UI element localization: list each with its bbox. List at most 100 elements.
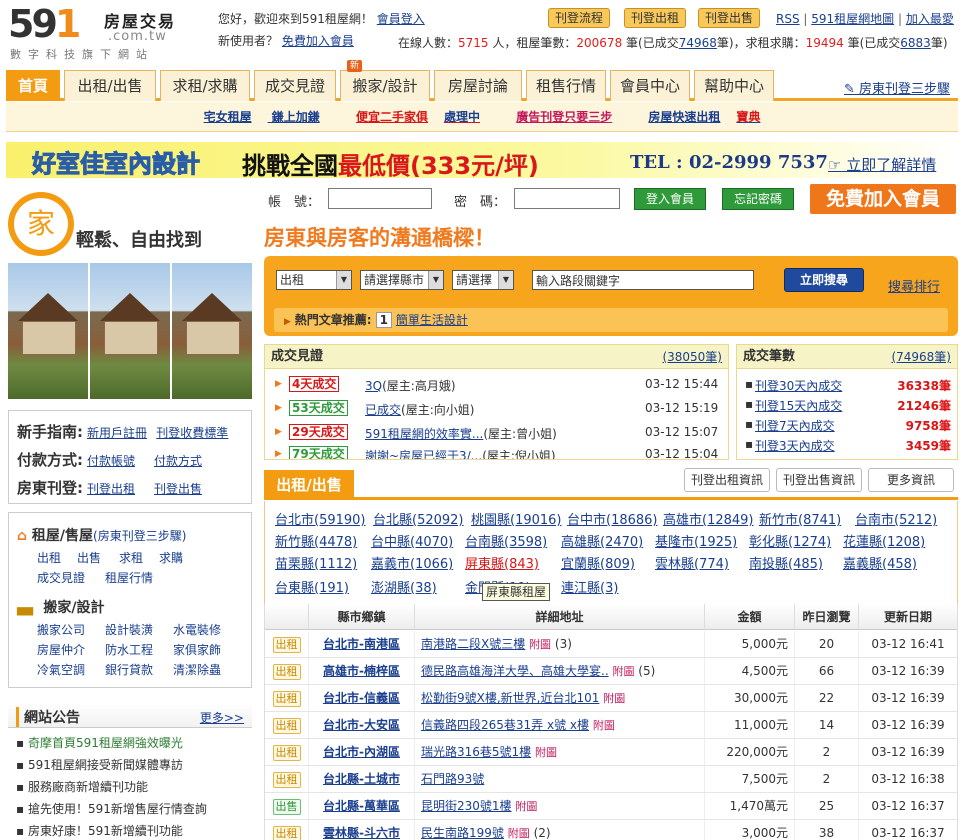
location-link[interactable]: 台北市-內湖區	[309, 739, 415, 765]
banner-detail-link[interactable]: ☞ 立即了解詳情	[828, 154, 936, 175]
cat-link[interactable]: 冷氣空調	[37, 661, 85, 678]
tab-member[interactable]: 會員中心	[610, 70, 690, 101]
deal-row[interactable]: ▶ 29天成交 591租屋網的效率實...(屋主:曾小姐) 03-12 15:07	[273, 423, 723, 443]
member-login-link[interactable]: 會員登入	[377, 12, 425, 26]
password-input[interactable]	[514, 188, 620, 209]
region-link[interactable]: 高雄縣(2470)	[561, 531, 643, 550]
register-link[interactable]: 新用戶註冊	[87, 426, 147, 440]
region-link[interactable]: 花蓮縣(1208)	[843, 531, 925, 550]
announce-item[interactable]: 房東好康！591新增續刊功能	[16, 822, 183, 839]
post-rent-info-button[interactable]: 刊登出租資訊	[684, 468, 770, 492]
sitemap-link[interactable]: 591租屋網地圖	[811, 12, 894, 26]
cat-link[interactable]: 成交見證	[37, 569, 85, 586]
listing-tab[interactable]: 出租/出售	[264, 470, 354, 500]
table-row[interactable]: 出租 高雄市-楠梓區 德民路高雄海洋大學、高雄大學宴.. 附圖 (5) 4,500元 6…	[265, 658, 957, 685]
cat-link[interactable]: 清潔除蟲	[173, 661, 221, 678]
region-link[interactable]: 新竹市(8741)	[759, 509, 841, 528]
region-link[interactable]: 澎湖縣(38)	[371, 577, 437, 596]
keyword-input[interactable]: 輸入路段關鍵字	[532, 270, 754, 290]
post-sale-button[interactable]: 刊登出售	[698, 8, 761, 28]
free-join-button[interactable]: 免費加入會員	[810, 184, 956, 214]
region-link[interactable]: 彰化縣(1274)	[749, 531, 831, 550]
pay-account-link[interactable]: 付款帳號	[87, 454, 135, 468]
favorite-link[interactable]: 加入最愛	[906, 12, 954, 26]
region-link[interactable]: 高雄市(12849)	[663, 509, 754, 528]
login-button[interactable]: 登入會員	[634, 188, 706, 210]
address-link[interactable]: 民生南路199號	[421, 826, 504, 840]
region-link[interactable]: 台南縣(3598)	[465, 531, 547, 550]
region-link[interactable]: 台中市(18686)	[567, 509, 658, 528]
region-link[interactable]: 台中縣(4070)	[371, 531, 453, 550]
post-process-button[interactable]: 刊登流程	[548, 8, 611, 28]
pay-method-link[interactable]: 付款方式	[154, 454, 202, 468]
subnav-link-3[interactable]: 廣告刊登只要三步	[508, 110, 620, 124]
address-link[interactable]: 信義路四段265巷31弄 x號 x樓	[421, 718, 589, 732]
type-select[interactable]: 出租	[276, 270, 352, 290]
deals-count-link[interactable]: (38050筆)	[662, 345, 722, 369]
announce-item[interactable]: 服務廠商新增續刊功能	[16, 778, 148, 795]
site-logo[interactable]: 591 房屋交易 .com.tw 數字科技旗下網站	[8, 4, 208, 64]
tab-market[interactable]: 租售行情	[526, 70, 606, 101]
city-select[interactable]: 請選擇縣市	[360, 270, 444, 290]
location-link[interactable]: 台北市-大安區	[309, 712, 415, 738]
location-link[interactable]: 台北市-信義區	[309, 685, 415, 711]
forgot-password-button[interactable]: 忘記密碼	[722, 188, 794, 210]
location-link[interactable]: 高雄市-楠梓區	[309, 658, 415, 684]
announce-item[interactable]: 591租屋網接受新聞媒體專訪	[16, 756, 183, 773]
announce-item[interactable]: 搶先使用！591新增售屋行情查詢	[16, 800, 207, 817]
tab-discuss[interactable]: 房屋討論	[434, 70, 522, 101]
cat-link[interactable]: 水電裝修	[173, 621, 221, 638]
table-row[interactable]: 出租 台北市-內湖區 瑞光路316巷5號1樓 附圖 220,000元 2 03-12 1…	[265, 739, 957, 766]
deal-counts-link[interactable]: (74968筆)	[891, 345, 951, 369]
subnav-link-2[interactable]: 便宜二手家俱 處理中	[348, 110, 488, 124]
more-info-button[interactable]: 更多資訊	[868, 468, 954, 492]
search-button[interactable]: 立即搜尋	[784, 268, 864, 292]
cat-link[interactable]: 出租	[37, 549, 61, 566]
region-link[interactable]: 苗栗縣(1112)	[275, 553, 357, 572]
tab-deals[interactable]: 成交見證	[254, 70, 336, 101]
table-row[interactable]: 出租 雲林縣-斗六市 民生南路199號 附圖 (2) 3,000元 38 03-12 16…	[265, 820, 957, 840]
tab-want[interactable]: 求租/求購	[160, 70, 250, 101]
location-link[interactable]: 台北縣-土城市	[309, 766, 415, 792]
cat-link[interactable]: 房屋仲介	[37, 641, 85, 658]
table-row[interactable]: 出租 台北市-信義區 松勤街9號X樓,新世界,近台北101 附圖 30,000元 22…	[265, 685, 957, 712]
region-link[interactable]: 新竹縣(4478)	[275, 531, 357, 550]
region-link[interactable]: 基隆市(1925)	[655, 531, 737, 550]
address-link[interactable]: 德民路高雄海洋大學、高雄大學宴..	[421, 664, 609, 678]
subnav-link-4[interactable]: 房屋快速出租 寶典	[640, 110, 768, 124]
region-link[interactable]: 台北市(59190)	[275, 509, 366, 528]
cat-link[interactable]: 設計裝潢	[105, 621, 153, 638]
post-rent-link[interactable]: 刊登出租	[87, 482, 135, 496]
account-input[interactable]	[328, 188, 432, 209]
cat-link[interactable]: 防水工程	[105, 641, 153, 658]
ad-banner[interactable]: 好室佳室內設計 挑戰全國最低價(333元/坪) TEL : 02-2999 75…	[6, 142, 958, 180]
location-link[interactable]: 台北市-南港區	[309, 631, 415, 657]
subnav-link-1[interactable]: 宅女租屋 鎌上加鎌	[196, 110, 328, 124]
region-link[interactable]: 嘉義市(1066)	[371, 553, 453, 572]
location-link[interactable]: 雲林縣-斗六市	[309, 820, 415, 840]
deal-row[interactable]: ▶ 4天成交 3Q(屋主:高月娥) 03-12 15:44	[273, 375, 723, 395]
region-link[interactable]: 屏東縣(843)	[465, 553, 539, 572]
cat-link[interactable]: 求購	[159, 549, 183, 566]
region-link[interactable]: 台東縣(191)	[275, 577, 349, 596]
region-link[interactable]: 連江縣(3)	[561, 577, 618, 596]
deal-row[interactable]: ▶ 53天成交 已成交(屋主:向小姐) 03-12 15:19	[273, 399, 723, 419]
fee-link[interactable]: 刊登收費標準	[156, 426, 228, 440]
cat-link[interactable]: 銀行貸款	[105, 661, 153, 678]
deal-count-link[interactable]: 74968	[679, 36, 717, 50]
post-sale-link[interactable]: 刊登出售	[154, 482, 202, 496]
free-join-link[interactable]: 免費加入會員	[282, 34, 354, 48]
announce-item[interactable]: 奇摩首頁591租屋網強效曝光	[16, 734, 183, 751]
announce-more-link[interactable]: 更多>>	[200, 709, 244, 726]
address-link[interactable]: 石門路93號	[421, 772, 484, 786]
table-row[interactable]: 出租 台北縣-土城市 石門路93號 7,500元 2 03-12 16:38	[265, 766, 957, 793]
rss-link[interactable]: RSS	[776, 12, 800, 26]
cat-link[interactable]: 租屋行情	[105, 569, 153, 586]
table-row[interactable]: 出租 台北市-大安區 信義路四段265巷31弄 x號 x樓 附圖 11,000元 14…	[265, 712, 957, 739]
table-row[interactable]: 出租 台北市-南港區 南港路二段X號三樓 附圖 (3) 5,000元 20 03-12 1…	[265, 631, 957, 658]
location-link[interactable]: 台北縣-萬華區	[309, 793, 415, 819]
deal-row[interactable]: ▶ 79天成交 謝謝~房屋已經于3/...(屋主:倪小姐) 03-12 15:04	[273, 445, 723, 459]
post-rent-button[interactable]: 刊登出租	[624, 8, 687, 28]
want-deal-count-link[interactable]: 6883	[900, 36, 931, 50]
tab-move-design[interactable]: 搬家/設計	[340, 70, 430, 101]
